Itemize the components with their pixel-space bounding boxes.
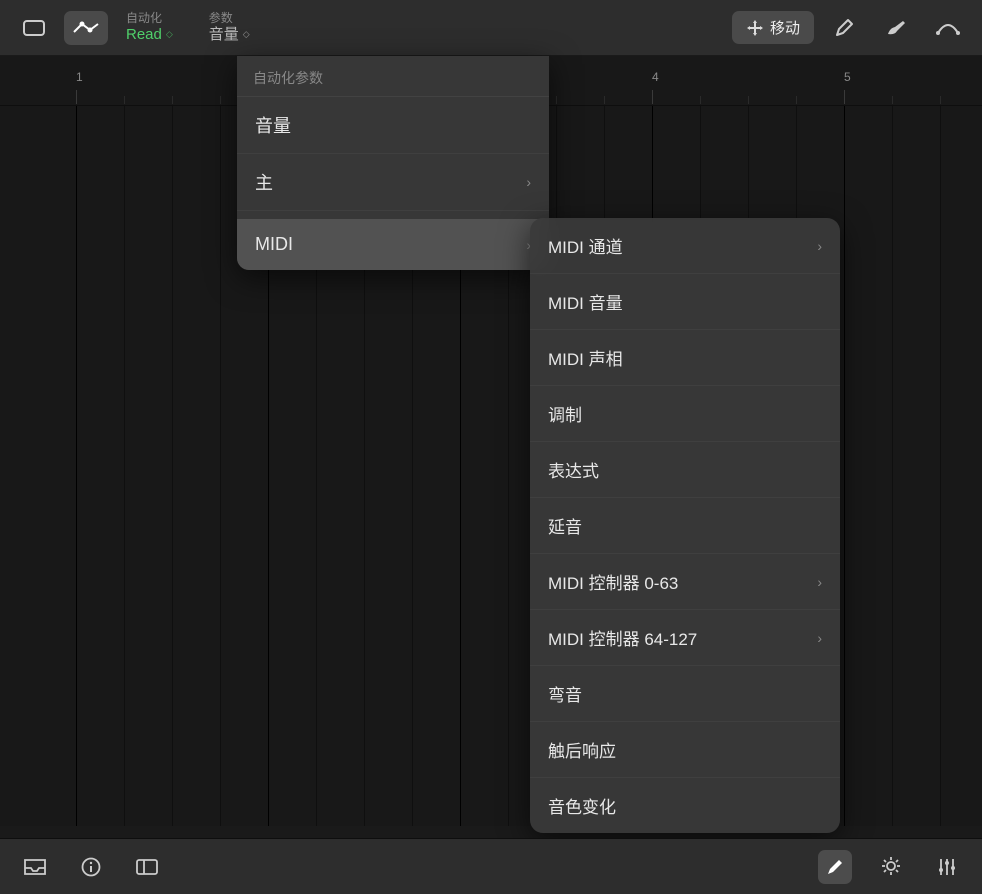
move-mode-button[interactable]: 移动 xyxy=(732,11,814,44)
submenu-item-label: MIDI 音量 xyxy=(548,289,623,314)
submenu-item[interactable]: 调制 xyxy=(530,386,840,442)
submenu-item-label: 弯音 xyxy=(548,681,582,706)
ruler-mark: 4 xyxy=(652,70,659,84)
inbox-button[interactable] xyxy=(18,850,52,884)
chevron-right-icon: › xyxy=(817,630,822,646)
menu-item-label: 主 xyxy=(255,169,273,195)
submenu-item-label: 延音 xyxy=(548,513,582,538)
info-button[interactable] xyxy=(74,850,108,884)
menu-item[interactable]: 主› xyxy=(237,154,549,211)
submenu-item[interactable]: MIDI 控制器 0-63 › xyxy=(530,554,840,610)
ruler-mark: 5 xyxy=(844,70,851,84)
chevron-right-icon: › xyxy=(526,174,531,190)
menu-item-label: 音量 xyxy=(255,112,291,138)
selection-tool-button[interactable] xyxy=(12,11,56,45)
submenu-item-label: 触后响应 xyxy=(548,737,616,762)
top-toolbar: 自动化 Read◇ 参数 音量◇ 移动 xyxy=(0,0,982,56)
submenu-item-label: 音色变化 xyxy=(548,793,616,818)
submenu-item[interactable]: MIDI 控制器 64-127 › xyxy=(530,610,840,666)
submenu-item[interactable]: MIDI 通道 › xyxy=(530,218,840,274)
submenu-item[interactable]: 延音 xyxy=(530,498,840,554)
ruler-mark: 1 xyxy=(76,70,83,84)
caret-icon: ◇ xyxy=(243,29,250,39)
move-label: 移动 xyxy=(770,17,800,38)
param-label: 参数 xyxy=(209,12,250,26)
submenu-item[interactable]: 音色变化 xyxy=(530,778,840,833)
submenu-item-label: MIDI 声相 xyxy=(548,345,623,370)
automation-value: Read◇ xyxy=(126,26,173,43)
menu-item[interactable]: MIDI› xyxy=(237,219,549,270)
automation-param-menu: 自动化参数 音量主›MIDI› xyxy=(237,56,549,270)
menu-item[interactable]: 音量 xyxy=(237,97,549,154)
submenu-item-label: 表达式 xyxy=(548,457,599,482)
submenu-item-label: MIDI 控制器 0-63 xyxy=(548,569,678,594)
automation-mode-selector[interactable]: 自动化 Read◇ xyxy=(126,12,173,43)
submenu-item[interactable]: 弯音 xyxy=(530,666,840,722)
automation-tool-button[interactable] xyxy=(64,11,108,45)
midi-submenu: MIDI 通道 › MIDI 音量 MIDI 声相调制表达式延音 MIDI 控制器 0-… xyxy=(530,218,840,833)
mixer-button[interactable] xyxy=(930,850,964,884)
panel-button[interactable] xyxy=(130,850,164,884)
bottom-toolbar xyxy=(0,838,982,894)
param-value: 音量◇ xyxy=(209,26,250,43)
submenu-item[interactable]: MIDI 声相 xyxy=(530,330,840,386)
automation-label: 自动化 xyxy=(126,12,173,26)
chevron-right-icon: › xyxy=(817,574,822,590)
pencil-tool-button[interactable] xyxy=(822,11,866,45)
param-selector[interactable]: 参数 音量◇ xyxy=(209,12,250,43)
caret-icon: ◇ xyxy=(166,29,173,39)
submenu-item[interactable]: 表达式 xyxy=(530,442,840,498)
chevron-right-icon: › xyxy=(817,238,822,254)
submenu-item[interactable]: MIDI 音量 xyxy=(530,274,840,330)
submenu-item-label: MIDI 通道 xyxy=(548,233,623,258)
submenu-item-label: MIDI 控制器 64-127 xyxy=(548,625,697,650)
submenu-item[interactable]: 触后响应 xyxy=(530,722,840,778)
menu-item-label: MIDI xyxy=(255,234,293,255)
edit-mode-button[interactable] xyxy=(818,850,852,884)
move-icon xyxy=(746,19,764,37)
curve-tool-button[interactable] xyxy=(926,11,970,45)
menu-header: 自动化参数 xyxy=(237,56,549,97)
brush-tool-button[interactable] xyxy=(874,11,918,45)
settings-button[interactable] xyxy=(874,850,908,884)
submenu-item-label: 调制 xyxy=(548,401,582,426)
